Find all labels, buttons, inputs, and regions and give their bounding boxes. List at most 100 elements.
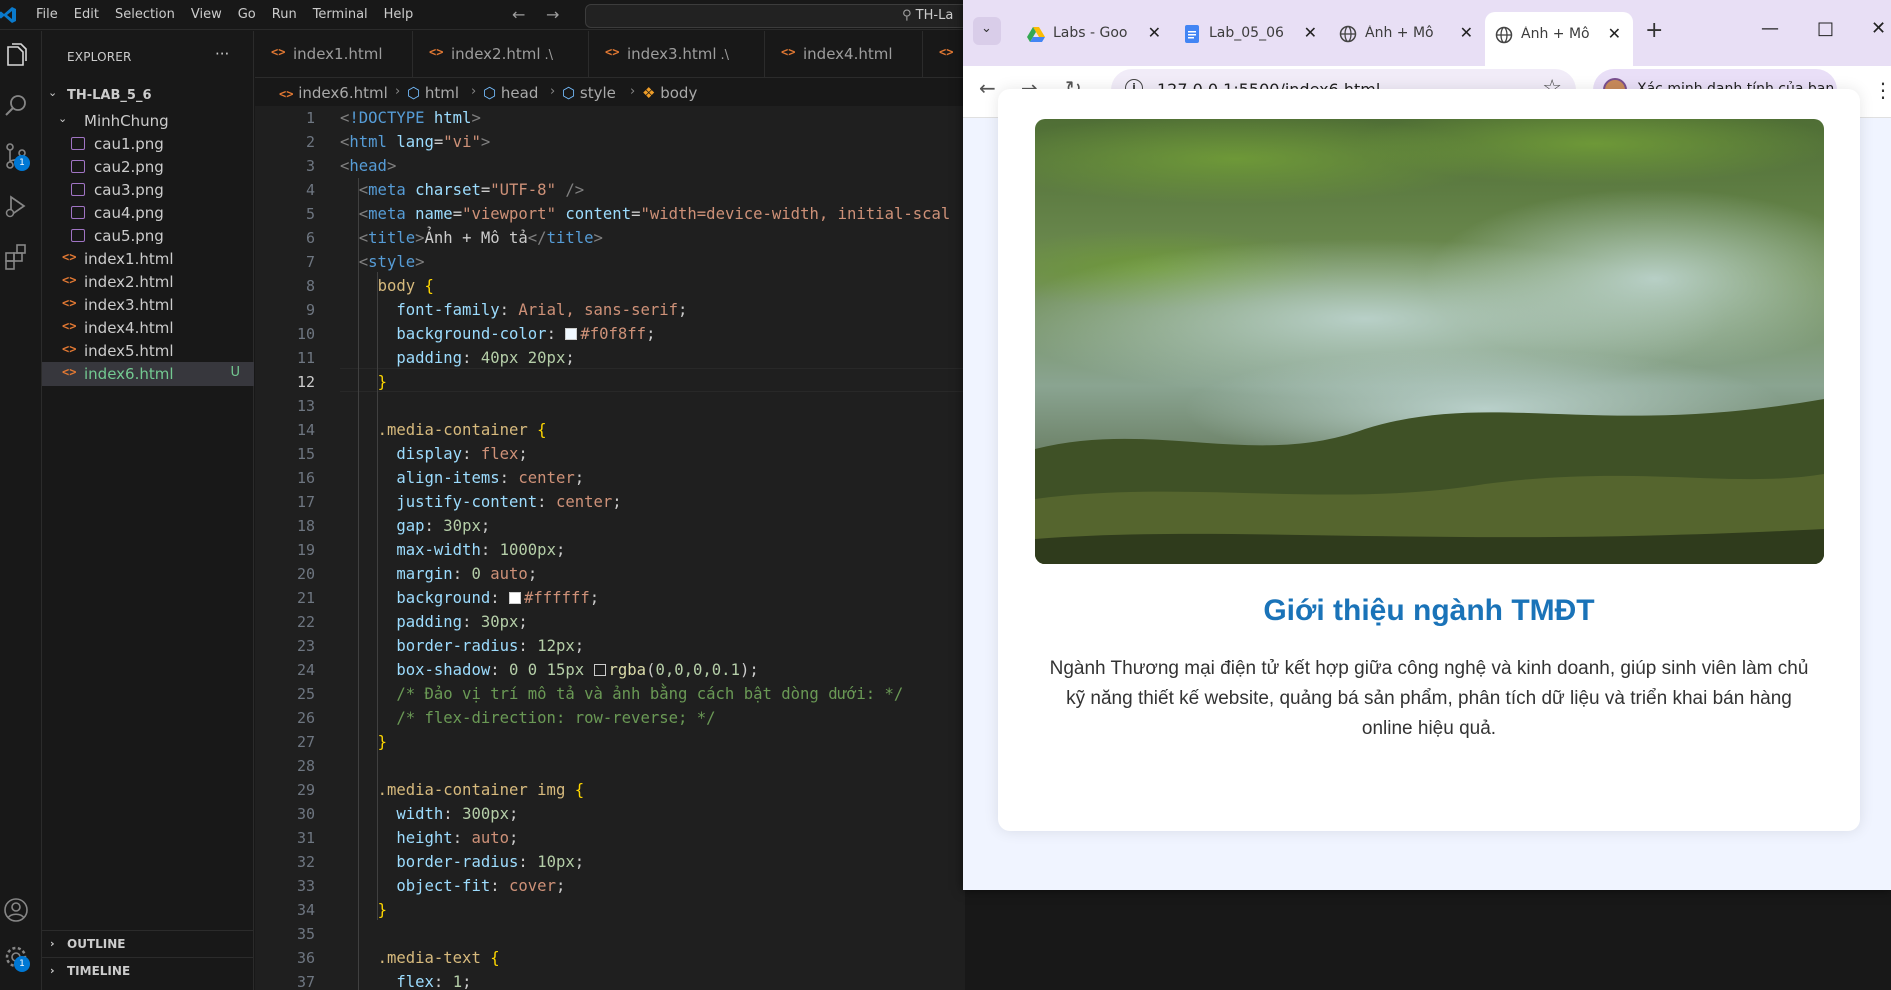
file-label: index6.html xyxy=(84,365,174,383)
forward-arrow-icon[interactable]: → xyxy=(546,5,559,24)
code-line: padding: 30px; xyxy=(396,613,528,631)
menu-edit[interactable]: Edit xyxy=(74,0,109,30)
line-number: 21 xyxy=(296,589,315,607)
html-file-icon: <> xyxy=(62,342,77,356)
line-number: 25 xyxy=(296,685,315,703)
tree-file-png[interactable]: cau1.png xyxy=(42,132,254,156)
menu-view[interactable]: View xyxy=(191,0,232,30)
file-label: cau2.png xyxy=(94,158,164,176)
tree-folder-minhchung[interactable]: ⌄ MinhChung xyxy=(42,109,254,133)
tab-index1[interactable]: <> index1.html xyxy=(255,31,413,78)
line-number: 35 xyxy=(296,925,315,943)
line-number: 7 xyxy=(305,253,315,271)
menu-help[interactable]: Help xyxy=(384,0,424,30)
code-line: /* flex-direction: row-reverse; */ xyxy=(396,709,716,727)
chevron-down-icon: ⌄ xyxy=(48,86,58,99)
line-number: 17 xyxy=(296,493,315,511)
browser-tab[interactable]: Ảnh + Mô ✕ xyxy=(1329,14,1485,52)
browser-tab-active[interactable]: Ảnh + Mô ✕ xyxy=(1485,12,1633,66)
line-number: 3 xyxy=(305,157,315,175)
line-number: 11 xyxy=(296,349,315,367)
breadcrumb-style[interactable]: ⬡ style xyxy=(562,84,616,102)
page-viewport: Giới thiệu ngành TMĐT Ngành Thương mại đ… xyxy=(963,89,1891,890)
close-icon[interactable]: ✕ xyxy=(1304,23,1317,42)
menu-bar: File Edit Selection View Go Run Terminal… xyxy=(36,0,429,30)
tab-index4[interactable]: <> index4.html xyxy=(765,31,923,78)
tab-index2[interactable]: <> index2.html .\ xyxy=(413,31,589,78)
new-tab-icon[interactable]: + xyxy=(1645,18,1663,43)
run-debug-icon[interactable] xyxy=(2,191,32,221)
tree-file-png[interactable]: cau2.png xyxy=(42,155,254,179)
menu-selection[interactable]: Selection xyxy=(115,0,185,30)
chevron-right-icon: › xyxy=(395,84,401,99)
back-arrow-icon[interactable]: ← xyxy=(512,5,525,24)
color-swatch[interactable] xyxy=(509,592,522,604)
tab-index3[interactable]: <> index3.html .\ xyxy=(589,31,765,78)
image-file-icon xyxy=(71,160,85,173)
close-icon[interactable]: ✕ xyxy=(1608,24,1621,43)
line-number: 1 xyxy=(305,109,315,127)
vscode-logo-icon xyxy=(0,7,16,23)
code-editor[interactable]: 1 2 3 4 5 6 7 8 9 10 11 12 13 14 15 16 17 18 19 20 21 22 23 24 2… xyxy=(255,106,965,990)
extensions-icon[interactable] xyxy=(2,241,32,271)
timeline-section[interactable]: › TIMELINE xyxy=(42,957,254,983)
page-title: Giới thiệu ngành TMĐT xyxy=(1263,594,1595,627)
breadcrumb-label: body xyxy=(660,84,698,102)
source-control-badge: 1 xyxy=(14,155,30,171)
color-swatch[interactable] xyxy=(593,664,606,676)
minimize-icon[interactable]: — xyxy=(1761,18,1779,39)
breadcrumb-body[interactable]: ❖ body xyxy=(642,84,697,102)
file-label: index5.html xyxy=(84,342,174,360)
element-icon: ⬡ xyxy=(407,84,421,102)
code-line: align-items: center; xyxy=(396,469,585,487)
tree-file-html[interactable]: <> index3.html xyxy=(42,293,254,317)
code-line: } xyxy=(377,373,387,391)
menu-run[interactable]: Run xyxy=(272,0,307,30)
tab-search-button[interactable]: ⌄ xyxy=(973,17,1001,45)
search-icon[interactable] xyxy=(2,91,32,121)
tree-file-html[interactable]: <> index1.html xyxy=(42,247,254,271)
tree-file-html-active[interactable]: <> index6.html U xyxy=(42,362,254,386)
globe-icon xyxy=(1495,26,1513,44)
kebab-menu-icon[interactable]: ⋮ xyxy=(1873,78,1891,102)
line-number: 5 xyxy=(305,205,315,223)
search-icon: ⚲ xyxy=(902,8,912,23)
menu-go[interactable]: Go xyxy=(238,0,266,30)
menu-terminal[interactable]: Terminal xyxy=(313,0,378,30)
menu-file[interactable]: File xyxy=(36,0,68,30)
file-label: cau4.png xyxy=(94,204,164,222)
tree-file-png[interactable]: cau4.png xyxy=(42,201,254,225)
drive-icon xyxy=(1027,27,1045,42)
html-file-icon: <> xyxy=(62,319,77,333)
accounts-icon[interactable] xyxy=(2,896,32,926)
maximize-icon[interactable]: □ xyxy=(1817,18,1834,39)
tab-overflow[interactable]: <> xyxy=(923,31,963,78)
color-swatch[interactable] xyxy=(565,328,578,340)
back-arrow-icon[interactable]: ← xyxy=(979,76,996,100)
tab-suffix: .\ xyxy=(720,48,730,63)
tab-label: index4.html xyxy=(803,45,893,63)
close-window-icon[interactable]: ✕ xyxy=(1871,18,1886,39)
close-icon[interactable]: ✕ xyxy=(1460,23,1473,42)
tree-file-png[interactable]: cau3.png xyxy=(42,178,254,202)
tree-root-folder[interactable]: ⌄ TH-LAB_5_6 xyxy=(42,83,254,107)
line-number: 18 xyxy=(296,517,315,535)
tree-file-html[interactable]: <> index5.html xyxy=(42,339,254,363)
chevron-right-icon: › xyxy=(50,937,55,950)
image-file-icon xyxy=(71,183,85,196)
explorer-icon[interactable] xyxy=(2,41,32,71)
more-actions-icon[interactable]: ··· xyxy=(215,45,229,63)
html-file-icon: <> xyxy=(62,296,77,310)
tree-file-png[interactable]: cau5.png xyxy=(42,224,254,248)
close-icon[interactable]: ✕ xyxy=(1148,23,1161,42)
browser-tab[interactable]: Lab_05_06 ✕ xyxy=(1173,14,1329,52)
tree-file-html[interactable]: <> index2.html xyxy=(42,270,254,294)
browser-tab[interactable]: Labs - Goo ✕ xyxy=(1017,14,1173,52)
breadcrumb-head[interactable]: ⬡ head xyxy=(483,84,538,102)
outline-section[interactable]: › OUTLINE xyxy=(42,930,254,956)
chevron-right-icon: › xyxy=(550,84,556,99)
breadcrumb-html[interactable]: ⬡ html xyxy=(407,84,459,102)
tree-file-html[interactable]: <> index4.html xyxy=(42,316,254,340)
breadcrumb-file[interactable]: <> index6.html xyxy=(279,84,388,102)
command-center-label: ⚲ TH-La xyxy=(902,8,954,23)
